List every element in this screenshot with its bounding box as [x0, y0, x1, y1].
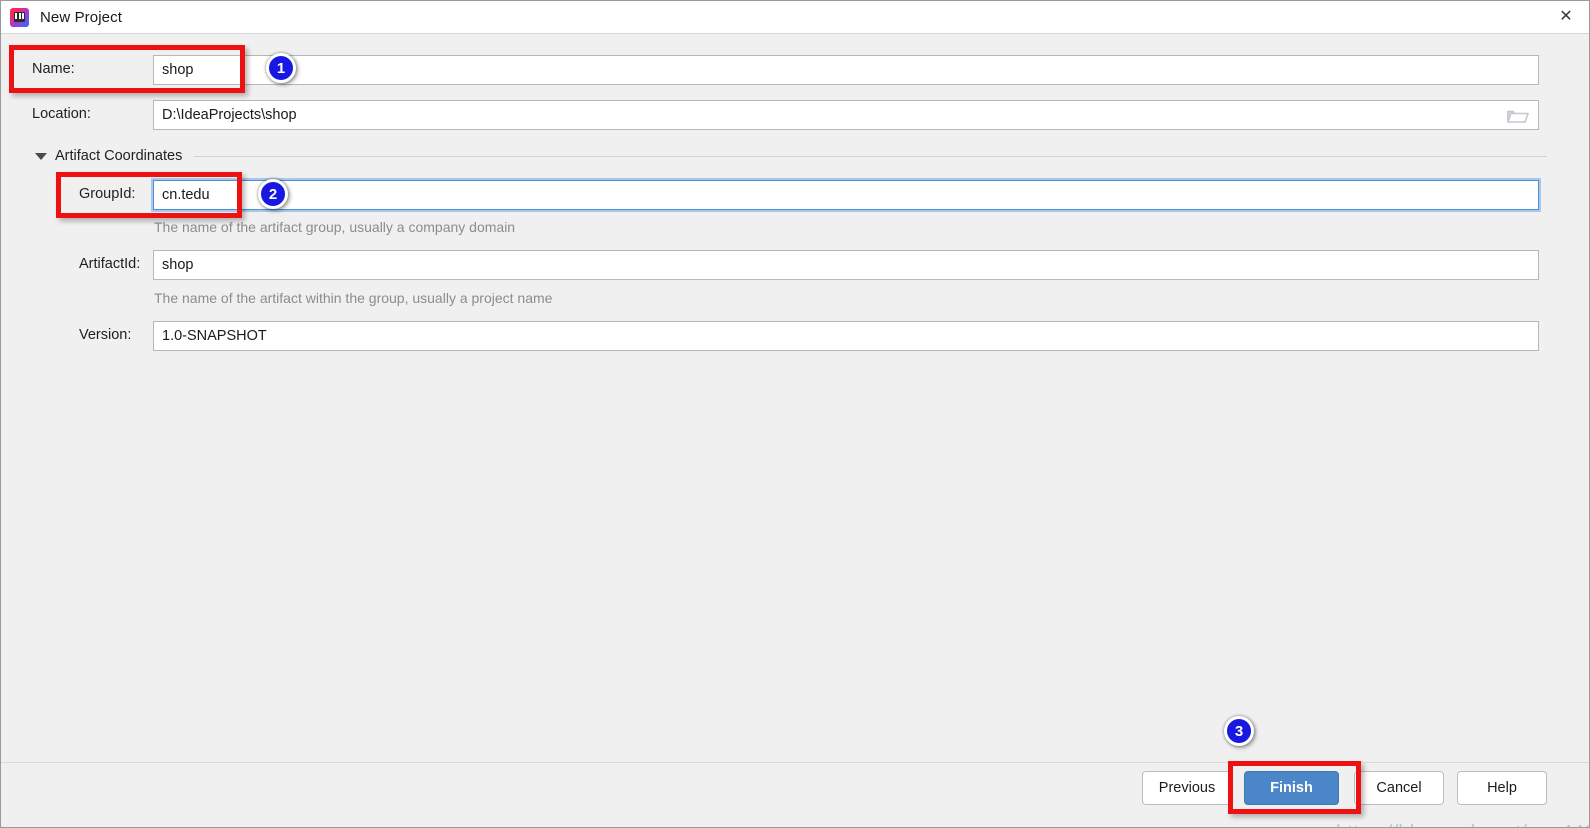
artifact-id-hint: The name of the artifact within the grou… — [154, 290, 553, 306]
bottom-divider — [1, 762, 1589, 763]
location-label: Location: — [32, 106, 91, 122]
location-input-value: D:\IdeaProjects\shop — [162, 107, 297, 123]
finish-button[interactable]: Finish — [1244, 771, 1339, 805]
previous-button[interactable]: Previous — [1142, 771, 1232, 805]
group-id-label: GroupId: — [79, 186, 136, 202]
artifact-coordinates-title: Artifact Coordinates — [55, 148, 183, 164]
watermark-text: https://blog.csdn.net/qq_44273429 — [1336, 822, 1589, 827]
close-icon: ✕ — [1559, 8, 1573, 25]
artifact-id-label: ArtifactId: — [79, 256, 141, 272]
annotation-badge-1: 1 — [266, 53, 296, 83]
chevron-down-icon[interactable] — [35, 152, 47, 160]
close-button[interactable]: ✕ — [1543, 1, 1589, 33]
folder-icon[interactable] — [1507, 108, 1529, 124]
name-input[interactable]: shop — [153, 55, 1539, 85]
group-id-hint: The name of the artifact group, usually … — [154, 219, 516, 235]
location-input[interactable]: D:\IdeaProjects\shop — [153, 100, 1539, 130]
version-input[interactable]: 1.0-SNAPSHOT — [153, 321, 1539, 351]
group-id-input[interactable]: cn.tedu — [151, 178, 1541, 212]
artifact-coordinates-section-header[interactable]: Artifact Coordinates — [35, 146, 1555, 166]
page-title: New Project — [40, 8, 122, 26]
title-bar: New Project ✕ — [1, 1, 1589, 34]
cancel-button[interactable]: Cancel — [1354, 771, 1444, 805]
new-project-dialog: New Project ✕ Name: shop Location: D:\Id… — [0, 0, 1590, 828]
section-divider — [194, 155, 1547, 157]
artifact-id-input[interactable]: shop — [153, 250, 1539, 280]
intellij-idea-icon — [10, 7, 29, 27]
version-label: Version: — [79, 327, 132, 343]
help-button[interactable]: Help — [1457, 771, 1547, 805]
annotation-badge-2: 2 — [258, 179, 288, 209]
name-label: Name: — [32, 61, 75, 77]
dialog-body: Name: shop Location: D:\IdeaProjects\sho… — [1, 34, 1589, 827]
annotation-badge-3: 3 — [1224, 716, 1254, 746]
